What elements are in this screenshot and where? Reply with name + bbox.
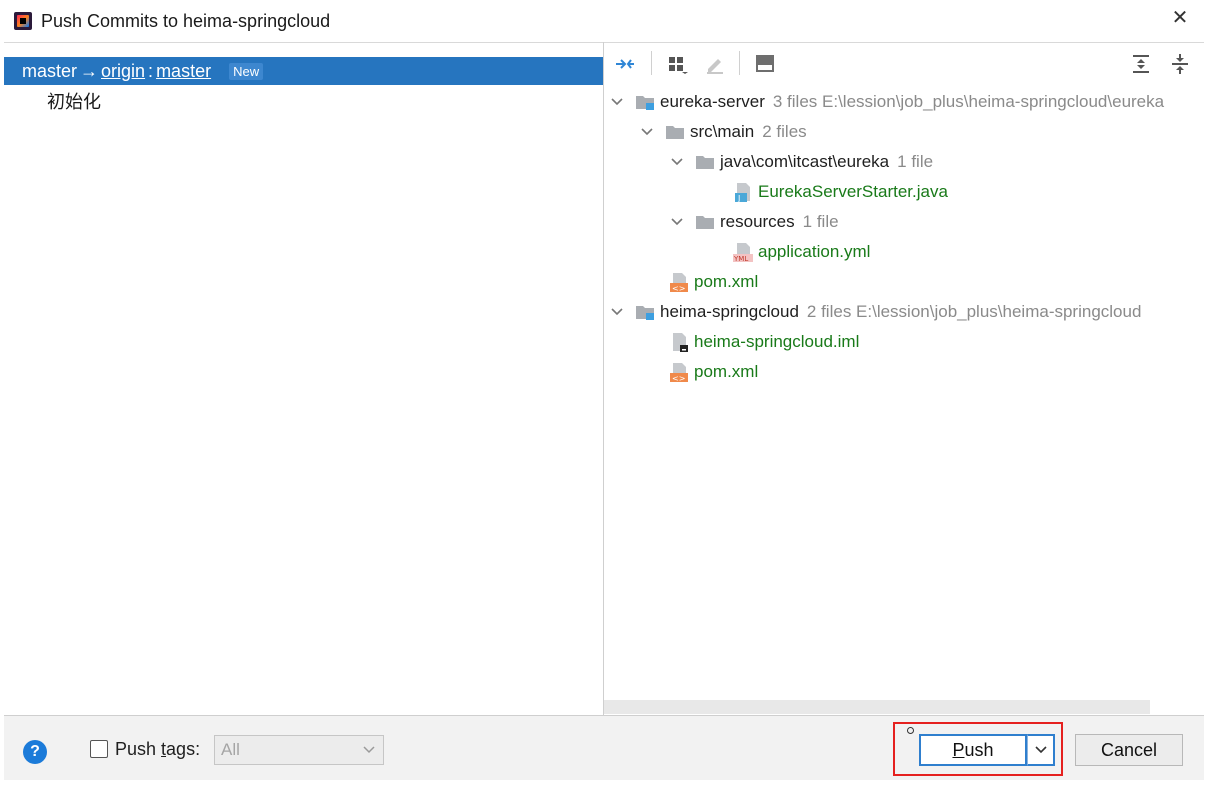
svg-text:J: J bbox=[737, 194, 740, 203]
push-tags-label-end: ags: bbox=[166, 739, 201, 759]
svg-text:YML: YML bbox=[733, 255, 748, 263]
push-arrow: → bbox=[80, 60, 99, 81]
push-tags-checkbox[interactable] bbox=[90, 740, 108, 758]
tree-node-name: pom.xml bbox=[694, 362, 759, 381]
tree-node-name: eureka-server bbox=[660, 92, 765, 111]
group-by-icon[interactable] bbox=[664, 51, 690, 77]
push-tags-label[interactable]: Push tags: bbox=[115, 739, 200, 760]
chevron-down-icon[interactable] bbox=[670, 155, 684, 169]
tree-node-name: heima-springcloud bbox=[660, 302, 799, 321]
intellij-logo-icon bbox=[14, 12, 32, 30]
chevron-down-icon[interactable] bbox=[610, 305, 624, 319]
tree-node-file[interactable]: <> pom.xml bbox=[668, 267, 758, 297]
module-folder-icon bbox=[634, 91, 656, 113]
push-mnemonic: P bbox=[952, 740, 965, 760]
tree-node-module[interactable]: eureka-server 3 files E:\lession\job_plu… bbox=[610, 87, 1164, 117]
toolbar-separator bbox=[651, 51, 652, 75]
tree-node-meta: 1 file bbox=[897, 152, 934, 171]
tree-node-meta: 3 files E:\lession\job_plus\heima-spring… bbox=[772, 92, 1165, 111]
svg-text:<>: <> bbox=[672, 284, 685, 293]
cancel-button[interactable]: Cancel bbox=[1075, 734, 1183, 766]
help-icon[interactable]: ? bbox=[23, 740, 47, 764]
annotation-dot bbox=[907, 727, 914, 734]
tree-node-name: EurekaServerStarter.java bbox=[758, 182, 948, 201]
push-tags-label-start: Push bbox=[115, 739, 162, 759]
changes-panel: eureka-server 3 files E:\lession\job_plu… bbox=[604, 42, 1204, 715]
module-folder-icon bbox=[634, 301, 656, 323]
diff-panel-icon[interactable] bbox=[752, 51, 778, 77]
svg-text:<>: <> bbox=[672, 374, 685, 383]
window-title: Push Commits to heima-springcloud bbox=[41, 11, 331, 31]
yml-file-icon: YML bbox=[732, 241, 754, 263]
iml-file-icon bbox=[668, 331, 690, 353]
commits-panel: master → origin : master New 初始化 bbox=[4, 42, 603, 715]
remote-name-link[interactable]: origin bbox=[101, 61, 145, 82]
tree-node-name: pom.xml bbox=[694, 272, 759, 291]
folder-icon bbox=[694, 211, 716, 233]
new-badge: New bbox=[229, 62, 264, 80]
folder-icon bbox=[694, 151, 716, 173]
tree-node-meta: 2 files bbox=[762, 122, 807, 141]
tree-node-file[interactable]: J EurekaServerStarter.java bbox=[732, 177, 948, 207]
tree-node-file[interactable]: heima-springcloud.iml bbox=[668, 327, 859, 357]
push-button[interactable]: Push bbox=[919, 734, 1027, 766]
edit-icon[interactable] bbox=[702, 51, 728, 77]
select-value: All bbox=[221, 740, 240, 759]
tree-node-file[interactable]: <> pom.xml bbox=[668, 357, 758, 387]
close-icon[interactable]: ✕ bbox=[1170, 6, 1190, 30]
expand-collapse-arrows-icon[interactable] bbox=[612, 51, 638, 77]
tree-node-name: resources bbox=[720, 212, 795, 231]
tree-node-module[interactable]: heima-springcloud 2 files E:\lession\job… bbox=[610, 297, 1141, 327]
chevron-down-icon[interactable] bbox=[640, 125, 654, 139]
expand-all-icon[interactable] bbox=[1128, 51, 1154, 77]
tree-node-meta: 1 file bbox=[802, 212, 839, 231]
remote-branch-link[interactable]: master bbox=[156, 61, 211, 82]
commit-item[interactable]: 初始化 bbox=[47, 88, 101, 114]
xml-file-icon: <> bbox=[668, 361, 690, 383]
branch-row[interactable]: master → origin : master New bbox=[4, 57, 603, 85]
tree-node-file[interactable]: YML application.yml bbox=[732, 237, 870, 267]
tree-node-name: src\main bbox=[690, 122, 755, 141]
branch-separator: : bbox=[148, 60, 154, 81]
horizontal-scrollbar[interactable] bbox=[604, 700, 1150, 714]
tree-node-meta: 2 files E:\lession\job_plus\heima-spring… bbox=[806, 302, 1142, 321]
changes-toolbar bbox=[604, 43, 1204, 83]
tree-node-folder[interactable]: java\com\itcast\eureka 1 file bbox=[670, 147, 933, 177]
tree-node-name: java\com\itcast\eureka bbox=[720, 152, 890, 171]
folder-icon bbox=[664, 121, 686, 143]
title-bar: Push Commits to heima-springcloud ✕ bbox=[0, 0, 1208, 42]
chevron-down-icon bbox=[1034, 746, 1047, 754]
local-branch: master bbox=[22, 60, 78, 81]
push-dropdown-button[interactable] bbox=[1027, 734, 1055, 766]
push-tags-select[interactable]: All bbox=[214, 735, 384, 765]
push-label-rest: ush bbox=[964, 740, 994, 760]
tree-node-folder[interactable]: src\main 2 files bbox=[640, 117, 807, 147]
tree-node-name: application.yml bbox=[758, 242, 871, 261]
tree-node-name: heima-springcloud.iml bbox=[694, 332, 860, 351]
xml-file-icon: <> bbox=[668, 271, 690, 293]
java-file-icon: J bbox=[732, 181, 754, 203]
chevron-down-icon bbox=[363, 746, 375, 754]
chevron-down-icon[interactable] bbox=[610, 95, 624, 109]
chevron-down-icon[interactable] bbox=[670, 215, 684, 229]
toolbar-separator bbox=[739, 51, 740, 75]
tree-node-folder[interactable]: resources 1 file bbox=[670, 207, 839, 237]
collapse-all-icon[interactable] bbox=[1167, 51, 1193, 77]
dialog-footer: ? Push tags: All Push Cancel bbox=[4, 715, 1204, 780]
